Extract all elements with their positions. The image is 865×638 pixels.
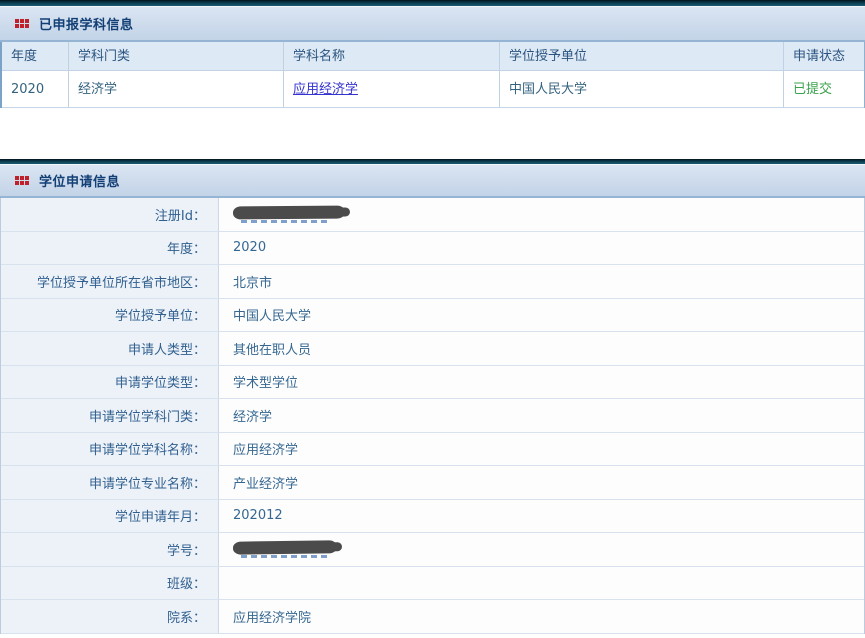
form-row-year: 年度： 2020 — [1, 232, 864, 266]
col-header-awarding-university: 学位授予单位 — [499, 42, 783, 70]
form-row-province: 学位授予单位所在省市地区： 北京市 — [1, 265, 864, 299]
field-value: 应用经济学 — [219, 433, 864, 466]
field-value: 经济学 — [219, 399, 864, 432]
field-value — [219, 533, 864, 566]
field-label: 年度： — [1, 232, 219, 265]
form-row-student-id: 学号： — [1, 533, 864, 567]
field-label: 申请人类型： — [1, 332, 219, 365]
form-row-department: 院系： 应用经济学院 — [1, 600, 864, 634]
field-label: 班级： — [1, 567, 219, 600]
cell-year: 2020 — [2, 71, 68, 107]
obscured-text-remnant — [241, 555, 331, 558]
degree-application-panel: 学位申请信息 注册Id： 年度： 2020 学位授予单位所在省市地区： 北京市 … — [0, 159, 865, 634]
section-gap — [0, 108, 865, 159]
red-grid-icon — [15, 19, 29, 28]
col-header-status: 申请状态 — [783, 42, 864, 70]
form-row-subject-name: 申请学位学科名称： 应用经济学 — [1, 433, 864, 467]
form-row-awarding-university: 学位授予单位： 中国人民大学 — [1, 299, 864, 333]
degree-application-form: 注册Id： 年度： 2020 学位授予单位所在省市地区： 北京市 学位授予单位：… — [0, 198, 865, 634]
declared-subjects-title: 已申报学科信息 — [39, 14, 134, 33]
field-label: 注册Id： — [1, 198, 219, 231]
field-label: 学位授予单位： — [1, 299, 219, 332]
cell-awarding-university: 中国人民大学 — [499, 71, 783, 107]
field-label: 学位申请年月： — [1, 500, 219, 533]
field-label: 学号： — [1, 533, 219, 566]
field-value: 其他在职人员 — [219, 332, 864, 365]
field-value: 学术型学位 — [219, 366, 864, 399]
field-value: 202012 — [219, 500, 864, 533]
field-label: 申请学位学科门类： — [1, 399, 219, 432]
form-row-applicant-type: 申请人类型： 其他在职人员 — [1, 332, 864, 366]
col-header-subject-name: 学科名称 — [283, 42, 499, 70]
declared-subjects-table: 年度 学科门类 学科名称 学位授予单位 申请状态 2020 经济学 应用经济学 … — [0, 42, 865, 108]
table-row: 2020 经济学 应用经济学 中国人民大学 已提交 — [2, 71, 864, 108]
field-label: 学位授予单位所在省市地区： — [1, 265, 219, 298]
form-row-application-month: 学位申请年月： 202012 — [1, 500, 864, 534]
degree-application-header: 学位申请信息 — [0, 164, 865, 198]
declared-subjects-header: 已申报学科信息 — [0, 6, 865, 42]
field-value: 中国人民大学 — [219, 299, 864, 332]
field-label: 申请学位学科名称： — [1, 433, 219, 466]
field-label: 申请学位类型： — [1, 366, 219, 399]
field-label: 院系： — [1, 600, 219, 633]
declared-subjects-panel: 已申报学科信息 年度 学科门类 学科名称 学位授予单位 申请状态 2020 经济… — [0, 0, 865, 108]
col-header-year: 年度 — [2, 42, 68, 70]
cell-subject-name: 应用经济学 — [283, 71, 499, 107]
field-value — [219, 567, 864, 600]
form-row-class: 班级： — [1, 567, 864, 601]
cell-category: 经济学 — [68, 71, 283, 107]
status-badge: 已提交 — [783, 71, 864, 107]
col-header-category: 学科门类 — [68, 42, 283, 70]
table-header-row: 年度 学科门类 学科名称 学位授予单位 申请状态 — [2, 42, 864, 71]
field-value: 应用经济学院 — [219, 600, 864, 633]
field-value: 北京市 — [219, 265, 864, 298]
field-value: 产业经济学 — [219, 466, 864, 499]
obscured-text-remnant — [241, 220, 331, 223]
form-row-subject-category: 申请学位学科门类： 经济学 — [1, 399, 864, 433]
form-row-register-id: 注册Id： — [1, 198, 864, 232]
redaction-scribble — [233, 206, 345, 220]
degree-application-title: 学位申请信息 — [39, 171, 120, 190]
field-label: 申请学位专业名称： — [1, 466, 219, 499]
field-value: 2020 — [219, 232, 864, 265]
page: 已申报学科信息 年度 学科门类 学科名称 学位授予单位 申请状态 2020 经济… — [0, 0, 865, 638]
red-grid-icon — [15, 176, 29, 185]
field-value — [219, 198, 864, 231]
form-row-degree-type: 申请学位类型： 学术型学位 — [1, 366, 864, 400]
redaction-scribble — [233, 541, 337, 555]
form-row-major-name: 申请学位专业名称： 产业经济学 — [1, 466, 864, 500]
subject-name-link[interactable]: 应用经济学 — [293, 82, 358, 97]
